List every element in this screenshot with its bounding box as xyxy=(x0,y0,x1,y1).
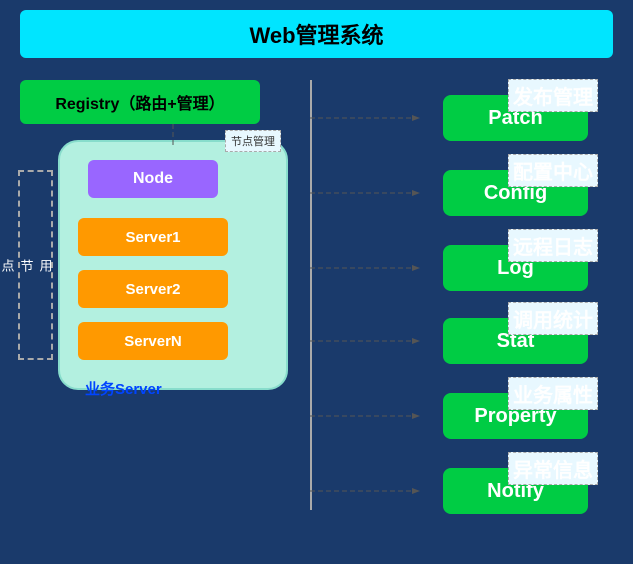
server1-label: Server1 xyxy=(125,229,180,246)
business-server-label: 业务Server xyxy=(85,378,162,399)
title-text: Web管理系统 xyxy=(249,18,383,50)
log-item: 远程日志 Log xyxy=(443,245,603,291)
stat-item: 调用统计 Stat xyxy=(443,318,603,364)
notify-item: 异常信息 Notify xyxy=(443,468,603,514)
node-box: Node xyxy=(88,160,218,198)
log-tag: 远程日志 xyxy=(508,229,598,262)
title-bar: Web管理系统 xyxy=(20,10,613,58)
server2-box: Server2 xyxy=(78,270,228,308)
property-item: 业务属性 Property xyxy=(443,393,603,439)
property-tag: 业务属性 xyxy=(508,377,598,410)
patch-tag: 发布管理 xyxy=(508,79,598,112)
divider-line xyxy=(310,80,312,510)
node-management-label: 节点管理 xyxy=(225,130,281,152)
serverN-box: ServerN xyxy=(78,322,228,360)
server1-box: Server1 xyxy=(78,218,228,256)
server2-label: Server2 xyxy=(125,281,180,298)
serverN-label: ServerN xyxy=(124,333,182,350)
stat-tag: 调用统计 xyxy=(508,302,598,335)
app-node-border: 应用节点 xyxy=(18,170,53,360)
patch-box: 发布管理 Patch xyxy=(443,95,588,141)
config-item: 配置中心 Config xyxy=(443,170,603,216)
stat-box: 调用统计 Stat xyxy=(443,318,588,364)
config-tag: 配置中心 xyxy=(508,154,598,187)
property-box: 业务属性 Property xyxy=(443,393,588,439)
registry-box: Registry（路由+管理） xyxy=(20,80,260,124)
notify-box: 异常信息 Notify xyxy=(443,468,588,514)
registry-label: Registry（路由+管理） xyxy=(55,90,224,114)
notify-tag: 异常信息 xyxy=(508,452,598,485)
patch-item: 发布管理 Patch xyxy=(443,95,603,141)
config-box: 配置中心 Config xyxy=(443,170,588,216)
log-box: 远程日志 Log xyxy=(443,245,588,291)
node-label: Node xyxy=(133,170,173,188)
